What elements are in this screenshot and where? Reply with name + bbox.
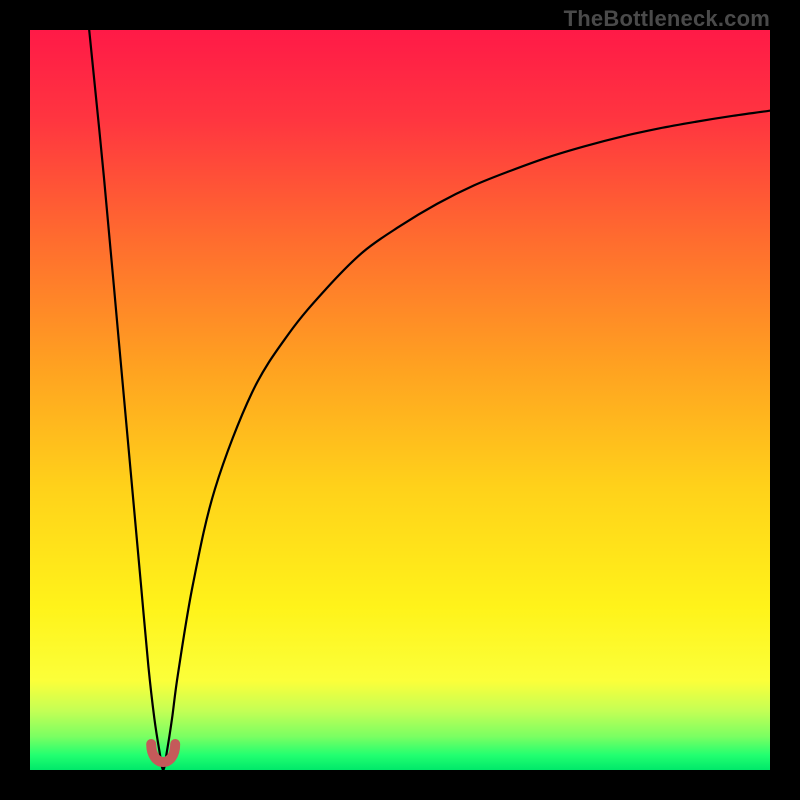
chart-frame: TheBottleneck.com	[0, 0, 800, 800]
watermark-text: TheBottleneck.com	[564, 6, 770, 32]
curve-layer	[30, 30, 770, 770]
bottleneck-curve	[89, 30, 770, 770]
plot-area	[30, 30, 770, 770]
optimal-marker	[151, 744, 175, 762]
